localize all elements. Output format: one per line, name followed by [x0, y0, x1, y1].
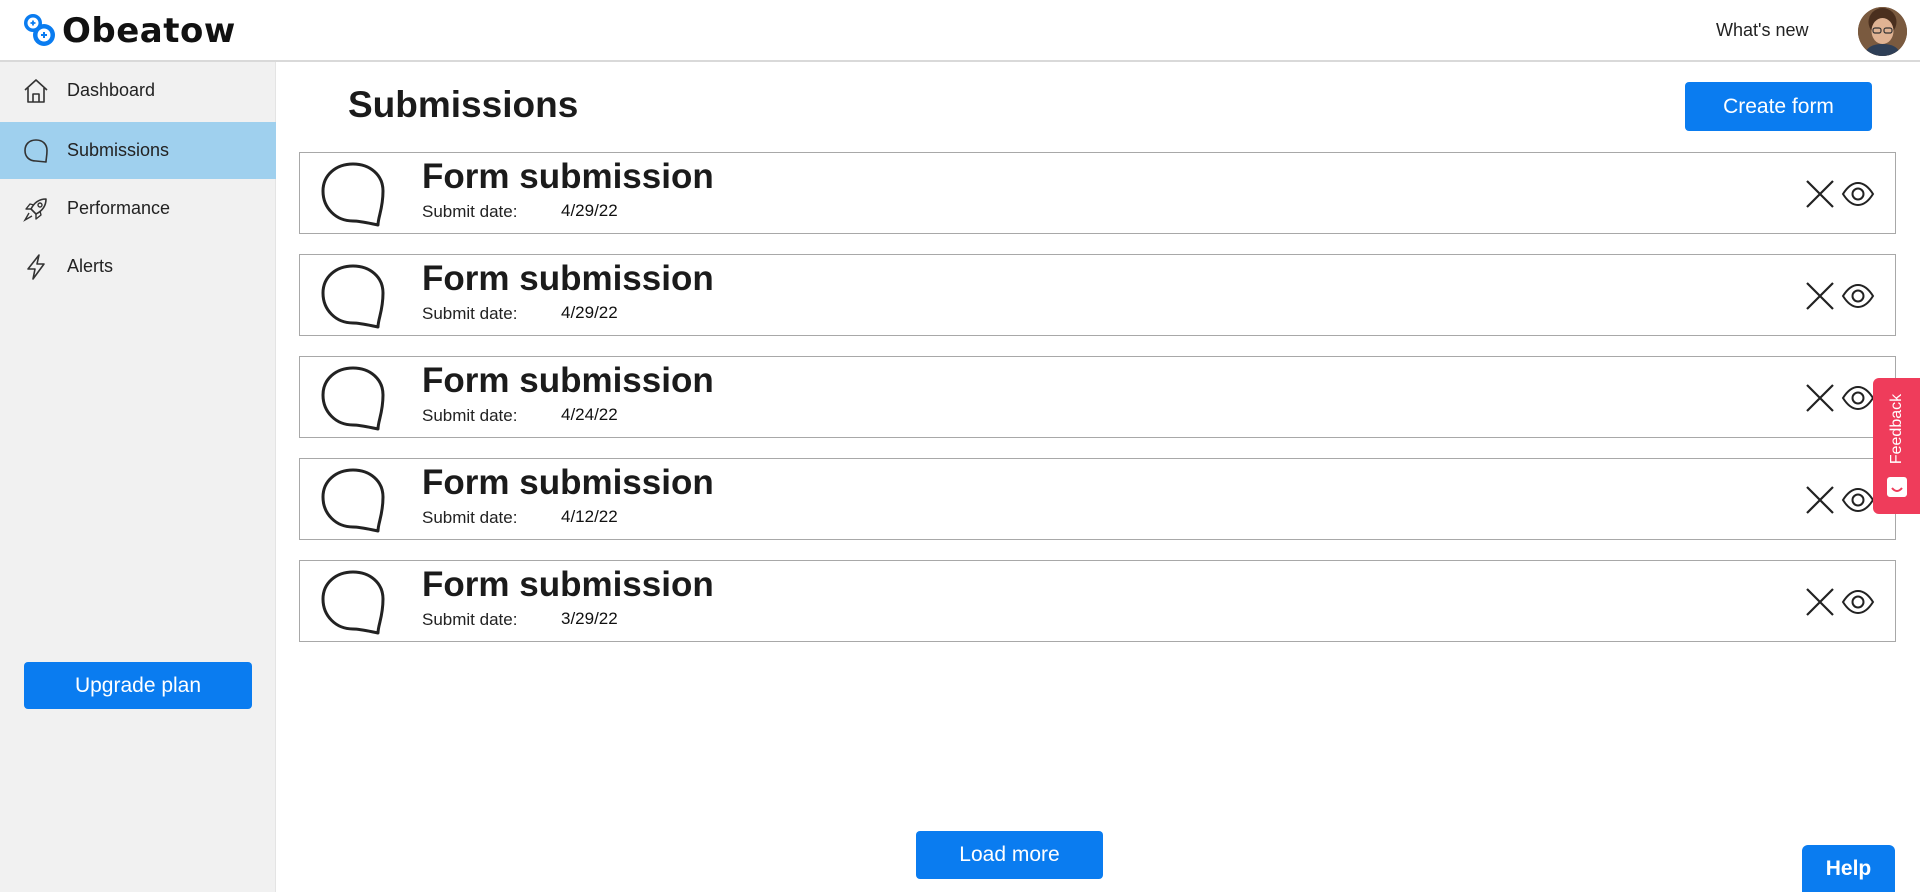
home-icon — [24, 78, 48, 103]
submit-date-value: 4/12/22 — [561, 507, 618, 526]
submission-list: Form submission Submit date: 4/29/22 For… — [299, 152, 1896, 662]
help-button[interactable]: Help — [1802, 845, 1895, 892]
submit-date-label: Submit date: — [422, 304, 518, 323]
top-bar: Obeatow What's new — [0, 0, 1920, 62]
sidebar-item-dashboard[interactable]: Dashboard — [0, 62, 276, 119]
avatar-image — [1858, 7, 1907, 56]
chat-bubble-icon — [321, 468, 385, 533]
submission-title: Form submission — [422, 157, 714, 196]
sidebar-item-label: Performance — [67, 198, 171, 218]
submission-row[interactable]: Form submission Submit date: 4/24/22 — [299, 356, 1896, 438]
eye-icon[interactable] — [1841, 179, 1875, 209]
lightning-icon — [27, 253, 45, 280]
submission-title: Form submission — [422, 565, 714, 604]
chat-bubble-icon — [321, 366, 385, 431]
sidebar-item-submissions[interactable]: Submissions — [0, 122, 276, 179]
feedback-smiley-icon — [1887, 477, 1907, 497]
eye-icon[interactable] — [1841, 485, 1875, 515]
feedback-label: Feedback — [1888, 393, 1906, 465]
eye-icon[interactable] — [1841, 587, 1875, 617]
sidebar: Dashboard Submissions Performance Alerts… — [0, 62, 276, 892]
submission-title: Form submission — [422, 463, 714, 502]
submit-date-value: 4/29/22 — [561, 303, 618, 322]
submission-row[interactable]: Form submission Submit date: 4/12/22 — [299, 458, 1896, 540]
rocket-icon — [23, 197, 47, 222]
logo-text: Obeatow — [62, 11, 236, 51]
close-icon[interactable] — [1805, 587, 1835, 617]
page-title: Submissions — [348, 84, 579, 125]
upgrade-plan-button[interactable]: Upgrade plan — [24, 662, 252, 709]
submit-date-label: Submit date: — [422, 508, 518, 527]
close-icon[interactable] — [1805, 281, 1835, 311]
sidebar-item-performance[interactable]: Performance — [0, 180, 276, 237]
submission-row[interactable]: Form submission Submit date: 4/29/22 — [299, 254, 1896, 336]
submission-title: Form submission — [422, 259, 714, 298]
sidebar-item-alerts[interactable]: Alerts — [0, 238, 276, 295]
chat-bubble-icon — [321, 570, 385, 635]
close-icon[interactable] — [1805, 383, 1835, 413]
eye-icon[interactable] — [1841, 281, 1875, 311]
submission-row[interactable]: Form submission Submit date: 4/29/22 — [299, 152, 1896, 234]
feedback-tab[interactable]: Feedback — [1873, 378, 1920, 514]
eye-icon[interactable] — [1841, 383, 1875, 413]
load-more-button[interactable]: Load more — [916, 831, 1103, 879]
create-form-button[interactable]: Create form — [1685, 82, 1872, 131]
sidebar-item-label: Alerts — [67, 256, 114, 276]
submit-date-label: Submit date: — [422, 406, 518, 425]
chat-bubble-icon — [321, 264, 385, 329]
sidebar-item-label: Submissions — [67, 140, 170, 160]
submit-date-label: Submit date: — [422, 202, 518, 221]
whats-new-link[interactable]: What's new — [1716, 20, 1808, 41]
submission-row[interactable]: Form submission Submit date: 3/29/22 — [299, 560, 1896, 642]
submit-date-label: Submit date: — [422, 610, 518, 629]
submission-title: Form submission — [422, 361, 714, 400]
submit-date-value: 4/24/22 — [561, 405, 618, 424]
avatar[interactable] — [1858, 7, 1907, 56]
submit-date-value: 3/29/22 — [561, 609, 618, 628]
logo-icon — [24, 14, 55, 46]
sidebar-item-label: Dashboard — [67, 80, 156, 100]
logo[interactable]: Obeatow — [22, 8, 236, 54]
close-icon[interactable] — [1805, 485, 1835, 515]
chat-bubble-icon — [321, 162, 385, 227]
submit-date-value: 4/29/22 — [561, 201, 618, 220]
chat-bubble-icon — [24, 138, 48, 163]
close-icon[interactable] — [1805, 179, 1835, 209]
